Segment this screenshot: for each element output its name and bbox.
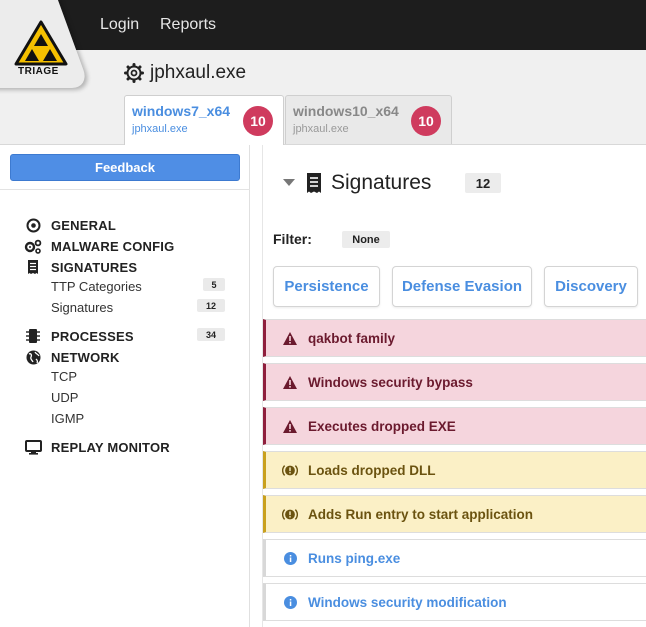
signature-row[interactable]: Windows security modification: [263, 583, 646, 621]
tab-file-label: jphxaul.exe: [293, 123, 349, 135]
signature-row[interactable]: qakbot family: [263, 319, 646, 357]
tab-os-label: windows10_x64: [293, 103, 399, 119]
top-navbar: Login Reports: [0, 0, 646, 50]
sidebar-item-label: REPLAY MONITOR: [51, 439, 170, 455]
receipt-icon: [307, 173, 321, 193]
signature-label: Executes dropped EXE: [308, 418, 456, 434]
sidebar-item-label: SIGNATURES: [51, 259, 138, 275]
sidebar-item-label: PROCESSES: [51, 328, 134, 344]
sidebar: Feedback GENERAL MALWARE CONFIG SIGNATUR…: [0, 145, 250, 627]
page-title: jphxaul.exe: [124, 62, 246, 84]
tab-windows10[interactable]: windows10_x64 jphxaul.exe 10: [285, 95, 452, 144]
sidebar-item-label: GENERAL: [51, 217, 116, 233]
triage-logo-icon: [14, 20, 68, 66]
processes-count-badge: 34: [197, 328, 225, 341]
monitor-icon: [24, 439, 42, 455]
warning-triangle-icon: [282, 375, 298, 389]
tab-windows7[interactable]: windows7_x64 jphxaul.exe 10: [124, 95, 284, 146]
signature-label: qakbot family: [308, 330, 396, 346]
sidebar-item-network[interactable]: NETWORK: [24, 349, 120, 365]
sidebar-divider: [0, 189, 250, 190]
filter-chip-persistence[interactable]: Persistence: [273, 266, 380, 307]
filter-value[interactable]: None: [342, 231, 390, 248]
tab-file-label: jphxaul.exe: [132, 123, 188, 135]
sidebar-item-label: MALWARE CONFIG: [51, 238, 175, 254]
filter-chip-discovery[interactable]: Discovery: [544, 266, 638, 307]
signature-label: Windows security modification: [308, 594, 507, 610]
nav-reports-link[interactable]: Reports: [160, 16, 216, 34]
sidebar-item-ttp-categories[interactable]: TTP Categories: [51, 279, 142, 294]
signatures-title: Signatures: [331, 171, 432, 194]
caret-down-icon[interactable]: [283, 179, 295, 187]
feedback-button[interactable]: Feedback: [10, 154, 240, 181]
warning-triangle-icon: [282, 419, 298, 433]
exclamation-circle-icon: [282, 507, 298, 522]
cogs-icon: [24, 238, 42, 254]
signature-row[interactable]: Loads dropped DLL: [263, 451, 646, 489]
filter-label: Filter:: [273, 231, 312, 247]
sidebar-item-tcp[interactable]: TCP: [51, 369, 77, 384]
target-icon: [24, 217, 42, 233]
filename: jphxaul.exe: [150, 62, 247, 83]
sidebar-item-igmp[interactable]: IGMP: [51, 411, 84, 426]
signature-label: Adds Run entry to start application: [308, 506, 534, 522]
signature-label: Loads dropped DLL: [308, 462, 436, 478]
gear-icon: [124, 63, 144, 83]
sidebar-item-signatures[interactable]: SIGNATURES: [24, 259, 137, 275]
signature-label: Runs ping.exe: [308, 550, 401, 566]
signature-row[interactable]: Runs ping.exe: [263, 539, 646, 577]
logo-text: TRIAGE: [18, 66, 59, 77]
sidebar-item-signatures-sub[interactable]: Signatures: [51, 300, 113, 315]
sidebar-item-udp[interactable]: UDP: [51, 390, 78, 405]
info-circle-icon: [282, 595, 298, 609]
sidebar-item-processes[interactable]: PROCESSES: [24, 328, 134, 344]
info-circle-icon: [282, 551, 298, 565]
nav-login-link[interactable]: Login: [100, 16, 139, 34]
signature-row[interactable]: Adds Run entry to start application: [263, 495, 646, 533]
signatures-count-badge: 12: [465, 173, 501, 193]
exclamation-circle-icon: [282, 463, 298, 478]
signature-row[interactable]: Windows security bypass: [263, 363, 646, 401]
score-badge: 10: [243, 106, 273, 136]
signature-label: Windows security bypass: [308, 374, 473, 390]
filter-chip-defense-evasion[interactable]: Defense Evasion: [392, 266, 532, 307]
signature-row[interactable]: Executes dropped EXE: [263, 407, 646, 445]
signatures-header[interactable]: Signatures: [283, 171, 431, 195]
sidebar-item-replay-monitor[interactable]: REPLAY MONITOR: [24, 439, 170, 455]
chip-icon: [24, 328, 42, 344]
signatures-count-badge: 12: [197, 299, 225, 312]
warning-triangle-icon: [282, 331, 298, 345]
signatures-panel: Signatures 12 Filter: None Persistence D…: [262, 145, 646, 627]
sidebar-item-label: NETWORK: [51, 349, 120, 365]
sidebar-item-general[interactable]: GENERAL: [24, 217, 116, 233]
triage-logo[interactable]: TRIAGE: [0, 0, 90, 90]
tab-os-label: windows7_x64: [132, 103, 231, 119]
score-badge: 10: [411, 106, 441, 136]
sidebar-item-malware-config[interactable]: MALWARE CONFIG: [24, 238, 174, 254]
globe-icon: [24, 349, 42, 365]
receipt-icon: [24, 259, 42, 275]
ttp-count-badge: 5: [203, 278, 225, 291]
